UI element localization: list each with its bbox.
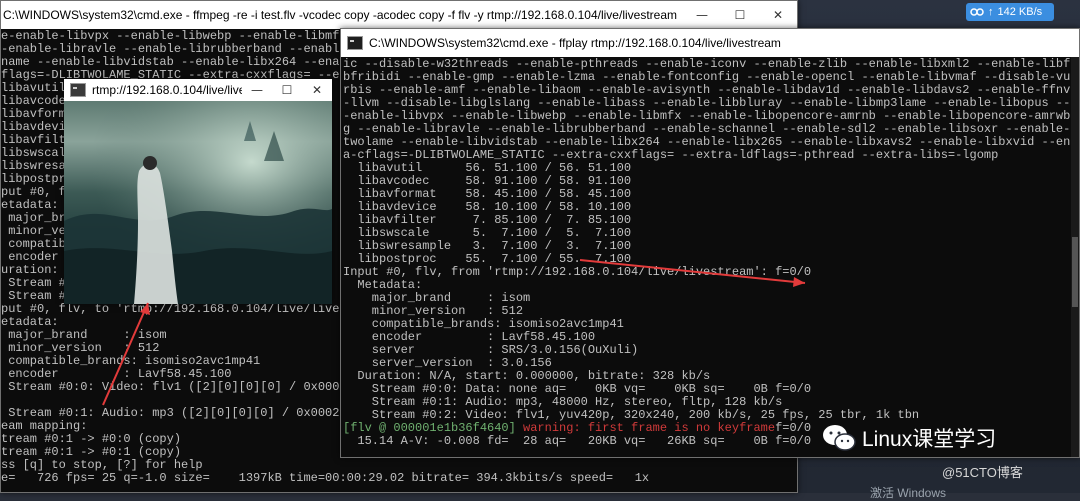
ffplay-titlebar[interactable]: C:\WINDOWS\system32\cmd.exe - ffplay rtm… bbox=[341, 29, 1079, 57]
ffmpeg-titlebar[interactable]: C:\WINDOWS\system32\cmd.exe - ffmpeg -re… bbox=[1, 1, 797, 29]
network-speed-badge[interactable]: ↑ 142 KB/s bbox=[966, 3, 1054, 21]
log-tail: f=0/0 bbox=[775, 421, 812, 435]
upload-arrow-icon: ↑ bbox=[988, 6, 994, 18]
network-speed-value: 142 KB/s bbox=[997, 6, 1043, 18]
ffplay-scrollbar[interactable] bbox=[1071, 57, 1079, 457]
console-line: Input #0, flv, from 'rtmp://192.168.0.10… bbox=[343, 265, 812, 279]
wechat-icon bbox=[823, 425, 856, 451]
ffplay-console-window[interactable]: C:\WINDOWS\system32\cmd.exe - ffplay rtm… bbox=[340, 28, 1080, 458]
minimize-button[interactable]: — bbox=[683, 1, 721, 29]
video-window-title: rtmp://192.168.0.104/live/livestream bbox=[92, 83, 242, 97]
watermark: Linux课堂学习 bbox=[822, 423, 996, 453]
close-button[interactable]: ✕ bbox=[759, 1, 797, 29]
video-window-controls: — ☐ ✕ bbox=[242, 79, 332, 101]
maximize-button[interactable]: ☐ bbox=[272, 79, 302, 101]
ffmpeg-window-controls: — ☐ ✕ bbox=[683, 1, 797, 29]
video-scene bbox=[64, 101, 332, 304]
video-frame bbox=[64, 101, 332, 304]
video-titlebar[interactable]: rtmp://192.168.0.104/live/livestream — ☐… bbox=[64, 79, 332, 101]
cmd-icon bbox=[347, 36, 363, 50]
app-icon bbox=[70, 83, 86, 97]
scrollbar-thumb[interactable] bbox=[1072, 237, 1078, 307]
log-warning: warning: first frame is no keyframe bbox=[515, 421, 776, 435]
console-line: e= 726 fps= 25 q=-1.0 size= 1397kB time=… bbox=[1, 471, 650, 485]
network-icon bbox=[970, 8, 984, 16]
watermark-sub: @51CTO博客 bbox=[942, 465, 1023, 480]
watermark-text: Linux课堂学习 bbox=[862, 428, 997, 451]
ffplay-window-title: C:\WINDOWS\system32\cmd.exe - ffplay rtm… bbox=[369, 36, 781, 50]
minimize-button[interactable]: — bbox=[242, 79, 272, 101]
ffmpeg-window-title: C:\WINDOWS\system32\cmd.exe - ffmpeg -re… bbox=[3, 8, 677, 22]
ffplay-console-output[interactable]: ic --disable-w32threads --enable-pthread… bbox=[341, 57, 1079, 448]
log-prefix: [flv @ 000001e1b36f4640] bbox=[343, 421, 516, 435]
ffplay-video-window[interactable]: rtmp://192.168.0.104/live/livestream — ☐… bbox=[64, 79, 332, 304]
close-button[interactable]: ✕ bbox=[302, 79, 332, 101]
maximize-button[interactable]: ☐ bbox=[721, 1, 759, 29]
